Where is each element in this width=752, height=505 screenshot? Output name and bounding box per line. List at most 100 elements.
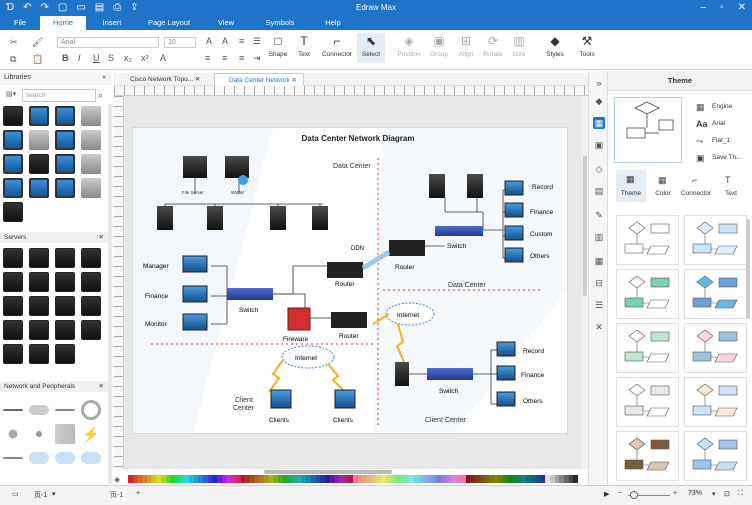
page-panel-icon[interactable]: ▤ <box>593 185 605 197</box>
library-symbol[interactable] <box>29 320 49 340</box>
position-button[interactable]: ◈ Position <box>393 33 425 58</box>
library-symbol[interactable] <box>29 154 49 174</box>
library-symbol[interactable] <box>81 178 101 198</box>
library-symbol[interactable] <box>29 272 49 292</box>
theme-tab-color[interactable]: Color <box>648 190 678 197</box>
underline-icon[interactable]: U <box>93 53 100 63</box>
fill-color-icon[interactable]: ◈ <box>114 475 128 484</box>
align-left-icon[interactable]: ≡ <box>205 53 210 63</box>
library-symbol[interactable] <box>3 202 23 222</box>
menu-page-layout[interactable]: Page Layout <box>138 16 200 30</box>
minimize-icon[interactable]: – <box>701 1 707 15</box>
menu-symbols[interactable]: Symbols <box>252 16 308 30</box>
library-symbol[interactable] <box>55 409 75 415</box>
internet-cloud-2[interactable]: Internet <box>385 302 435 326</box>
zoom-in-icon[interactable]: + <box>673 490 677 497</box>
library-symbol[interactable] <box>55 248 75 268</box>
save-theme-button[interactable]: Save Th... <box>712 154 742 161</box>
category-servers[interactable]: Servers ✕ <box>0 232 108 243</box>
bullets-icon[interactable]: ☰ <box>253 36 261 47</box>
note-panel-icon[interactable]: ✎ <box>593 209 605 221</box>
theme-tab-text[interactable]: Text <box>716 190 746 197</box>
data-panel-icon[interactable]: ⊟ <box>593 277 605 289</box>
library-symbol[interactable] <box>3 424 23 444</box>
theme-card[interactable] <box>616 269 679 319</box>
font-color-icon[interactable]: A <box>160 53 166 63</box>
fit-page-icon[interactable]: ⊡ <box>724 490 730 498</box>
tab-cisco-network[interactable]: Cisco Network Topo... ✕ <box>116 73 210 86</box>
tab-data-center-network[interactable]: Data Center Network ✕ <box>214 73 304 86</box>
chart-panel-icon[interactable]: ▥ <box>593 231 605 243</box>
styles-button[interactable]: ◆ Styles <box>542 33 568 58</box>
shape-tool-button[interactable]: □ Shape <box>266 33 290 58</box>
theme-card[interactable] <box>684 431 747 481</box>
library-symbol[interactable] <box>29 424 49 444</box>
color-swatch[interactable] <box>573 475 578 483</box>
select-tool-button[interactable]: ⬉ Select <box>357 33 385 63</box>
library-symbol[interactable] <box>3 178 23 198</box>
library-symbol[interactable] <box>29 405 49 415</box>
image-panel-icon[interactable]: ▣ <box>593 139 605 151</box>
library-symbol[interactable] <box>81 400 101 420</box>
text-tool-button[interactable]: T Text <box>293 33 315 58</box>
theme-card[interactable] <box>616 215 679 265</box>
library-symbol[interactable] <box>3 130 23 150</box>
firewall[interactable]: Fireware <box>283 307 311 343</box>
library-symbol[interactable] <box>81 272 101 292</box>
collapse-left-icon[interactable]: « <box>102 71 106 85</box>
menu-insert[interactable]: Insert <box>86 16 138 30</box>
library-symbol[interactable] <box>29 178 49 198</box>
theme-card[interactable] <box>616 431 679 481</box>
shrink-font-icon[interactable]: A <box>222 36 228 46</box>
zoom-out-icon[interactable]: − <box>618 490 622 497</box>
zoom-slider-thumb[interactable] <box>630 491 638 499</box>
library-symbol[interactable] <box>29 248 49 268</box>
theme-card[interactable] <box>684 215 747 265</box>
connector-tool-button[interactable]: ⌐ Connector <box>320 33 354 58</box>
theme-card[interactable] <box>616 323 679 373</box>
size-button[interactable]: ▥ Size <box>508 33 530 58</box>
library-symbol[interactable] <box>3 320 23 340</box>
router-ddn[interactable]: Router DDN <box>327 246 364 288</box>
fullscreen-icon[interactable]: ⛶ <box>738 490 743 498</box>
indent-icon[interactable]: ⇥ <box>253 53 261 64</box>
tab-close-icon[interactable]: ✕ <box>195 76 200 83</box>
library-scrollbar[interactable] <box>108 104 112 484</box>
menu-file[interactable]: File <box>0 16 40 30</box>
theme-engine[interactable]: Engine <box>712 103 732 110</box>
superscript-icon[interactable]: x² <box>141 53 149 63</box>
library-symbol[interactable] <box>55 178 75 198</box>
library-symbol[interactable] <box>55 154 75 174</box>
library-symbol[interactable] <box>55 130 75 150</box>
cut-icon[interactable]: ✂ <box>10 37 18 48</box>
table-panel-icon[interactable]: ▦ <box>593 255 605 267</box>
theme-connector-style[interactable]: Flat_1 <box>712 137 730 144</box>
client-computers[interactable]: Clients Clients <box>269 389 356 424</box>
zoom-dropdown-icon[interactable]: ▾ <box>712 490 716 498</box>
tab-close-icon[interactable]: ✕ <box>292 77 297 84</box>
theme-tab-connector[interactable]: Connector <box>678 190 714 197</box>
library-symbol[interactable] <box>3 154 23 174</box>
page-tab[interactable]: 页-1 <box>108 490 126 500</box>
switch-main[interactable]: Switch <box>227 288 273 314</box>
internet-cloud-1[interactable]: Internet <box>281 345 335 369</box>
library-symbol[interactable] <box>55 296 75 316</box>
play-icon[interactable]: ▶ <box>604 490 609 498</box>
font-family-select[interactable]: Arial <box>57 37 159 48</box>
library-symbol[interactable] <box>55 344 75 364</box>
library-symbol[interactable] <box>55 106 75 126</box>
zoom-level[interactable]: 73% <box>688 490 702 497</box>
library-symbol[interactable] <box>81 320 101 340</box>
library-symbol[interactable] <box>55 320 75 340</box>
network-panel-icon[interactable]: ✕ <box>593 321 605 333</box>
theme-card[interactable] <box>684 377 747 427</box>
library-symbol[interactable] <box>3 272 23 292</box>
tools-button[interactable]: ⚒ Tools <box>574 33 600 58</box>
library-symbol[interactable] <box>81 296 101 316</box>
page-dropdown-icon[interactable]: ▾ <box>52 490 56 498</box>
library-symbol[interactable] <box>55 452 75 464</box>
add-page-icon[interactable]: + <box>136 490 140 497</box>
menu-help[interactable]: Help <box>308 16 358 30</box>
layers-panel-icon[interactable]: ◇ <box>593 163 605 175</box>
library-symbol[interactable] <box>55 424 75 444</box>
